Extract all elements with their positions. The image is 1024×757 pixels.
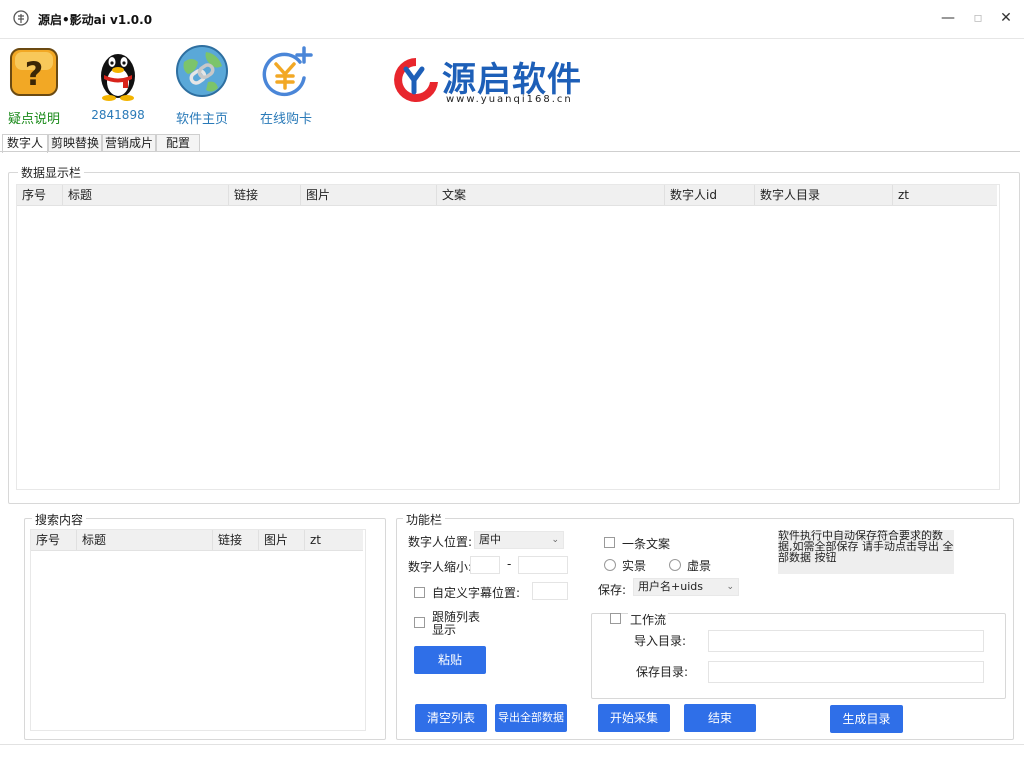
- svg-text:?: ?: [25, 55, 44, 93]
- chevron-down-icon: ⌄: [726, 582, 734, 592]
- column-header[interactable]: 图片: [259, 530, 305, 550]
- globe-link-icon: [176, 45, 228, 97]
- real-scene-label: 实景: [622, 559, 647, 573]
- save-dir-field[interactable]: [708, 661, 984, 683]
- virtual-scene-label: 虚景: [687, 559, 712, 573]
- toolbar-label: 在线购卡: [259, 112, 312, 127]
- one-copy-label: 一条文案: [622, 537, 671, 551]
- app-icon: [13, 10, 29, 26]
- generate-dir-button[interactable]: 生成目录: [830, 705, 903, 733]
- position-select-value: 居中: [479, 533, 501, 546]
- tab-jianying-replace[interactable]: 剪映替换: [48, 134, 102, 152]
- column-header[interactable]: 链接: [229, 185, 301, 205]
- scale-label: 数字人缩小:: [408, 560, 473, 574]
- data-grid[interactable]: 序号 标题 链接 图片 文案 数字人id 数字人目录 zt: [16, 184, 1000, 490]
- import-dir-field[interactable]: [708, 630, 984, 652]
- column-header[interactable]: zt: [305, 530, 363, 550]
- tab-divider: [0, 151, 1020, 152]
- data-grid-header: 序号 标题 链接 图片 文案 数字人id 数字人目录 zt: [17, 185, 997, 206]
- toolbar-help[interactable]: ? 疑点说明: [0, 42, 74, 132]
- brand-logo: 源启软件 www.yuanqi168.cn: [392, 54, 612, 108]
- position-select[interactable]: 居中 ⌄: [474, 531, 564, 549]
- tab-config[interactable]: 配置: [156, 134, 200, 152]
- brand-logo-mark: [394, 58, 438, 102]
- scale-dash: -: [507, 557, 512, 571]
- toolbar-homepage[interactable]: 软件主页: [162, 42, 242, 132]
- window-title: 源启•影动ai v1.0.0: [38, 13, 153, 27]
- save-label: 保存:: [598, 583, 627, 597]
- minimize-button[interactable]: —: [938, 8, 958, 28]
- toolbar-label: 2841898: [91, 108, 145, 122]
- workflow-label: 工作流: [628, 611, 669, 628]
- qq-penguin-icon: [101, 54, 135, 101]
- end-button[interactable]: 结束: [684, 704, 756, 732]
- scale-max-field[interactable]: [518, 556, 568, 574]
- column-header[interactable]: 链接: [213, 530, 259, 550]
- export-all-button[interactable]: 导出全部数据: [495, 704, 567, 732]
- info-note: 软件执行中自动保存符合要求的数据,如需全部保存 请手动点击导出 全部数据 按钮: [778, 530, 954, 574]
- column-header[interactable]: 图片: [301, 185, 437, 205]
- data-display-title: 数据显示栏: [18, 164, 85, 181]
- custom-subtitle-checkbox[interactable]: [414, 587, 425, 598]
- column-header[interactable]: 数字人目录: [755, 185, 893, 205]
- toolbar-label: 软件主页: [175, 112, 228, 127]
- workflow-checkbox[interactable]: [610, 613, 621, 624]
- title-bar: 源启•影动ai v1.0.0 — ▫ ✕: [0, 0, 1024, 39]
- follow-list-label: 跟随列表显示: [432, 610, 481, 637]
- virtual-scene-radio[interactable]: [669, 559, 681, 571]
- toolbar-buy-card[interactable]: 在线购卡: [246, 42, 326, 132]
- yen-add-icon: [262, 46, 313, 97]
- position-label: 数字人位置:: [408, 535, 473, 549]
- toolbar-label: 疑点说明: [7, 112, 60, 127]
- save-select-value: 用户名+uids: [638, 580, 703, 593]
- custom-subtitle-label: 自定义字幕位置:: [432, 586, 521, 600]
- tab-marketing-video[interactable]: 营销成片: [102, 134, 156, 152]
- paste-button[interactable]: 粘贴: [414, 646, 486, 674]
- follow-list-checkbox[interactable]: [414, 617, 425, 628]
- function-title: 功能栏: [403, 511, 446, 528]
- search-title: 搜索内容: [32, 511, 87, 528]
- search-grid-header: 序号 标题 链接 图片 zt: [31, 530, 363, 551]
- start-collect-button[interactable]: 开始采集: [598, 704, 670, 732]
- column-header[interactable]: 标题: [77, 530, 213, 550]
- status-divider: [0, 744, 1024, 745]
- column-header[interactable]: 标题: [63, 185, 229, 205]
- column-header[interactable]: zt: [893, 185, 997, 205]
- clear-list-button[interactable]: 清空列表: [415, 704, 487, 732]
- close-button[interactable]: ✕: [996, 8, 1016, 28]
- column-header[interactable]: 序号: [17, 185, 63, 205]
- maximize-button[interactable]: ▫: [968, 8, 988, 28]
- save-select[interactable]: 用户名+uids ⌄: [633, 578, 739, 596]
- scale-min-field[interactable]: [470, 556, 500, 574]
- custom-subtitle-field[interactable]: [532, 582, 568, 600]
- chevron-down-icon: ⌄: [551, 535, 559, 545]
- import-dir-label: 导入目录:: [634, 634, 687, 648]
- help-icon: ?: [10, 48, 58, 96]
- save-dir-label: 保存目录:: [636, 665, 689, 679]
- one-copy-checkbox[interactable]: [604, 537, 615, 548]
- search-grid[interactable]: 序号 标题 链接 图片 zt: [30, 529, 366, 731]
- brand-url: www.yuanqi168.cn: [446, 94, 573, 105]
- column-header[interactable]: 序号: [31, 530, 77, 550]
- toolbar-qq[interactable]: 2841898: [78, 42, 158, 132]
- real-scene-radio[interactable]: [604, 559, 616, 571]
- column-header[interactable]: 数字人id: [665, 185, 755, 205]
- column-header[interactable]: 文案: [437, 185, 665, 205]
